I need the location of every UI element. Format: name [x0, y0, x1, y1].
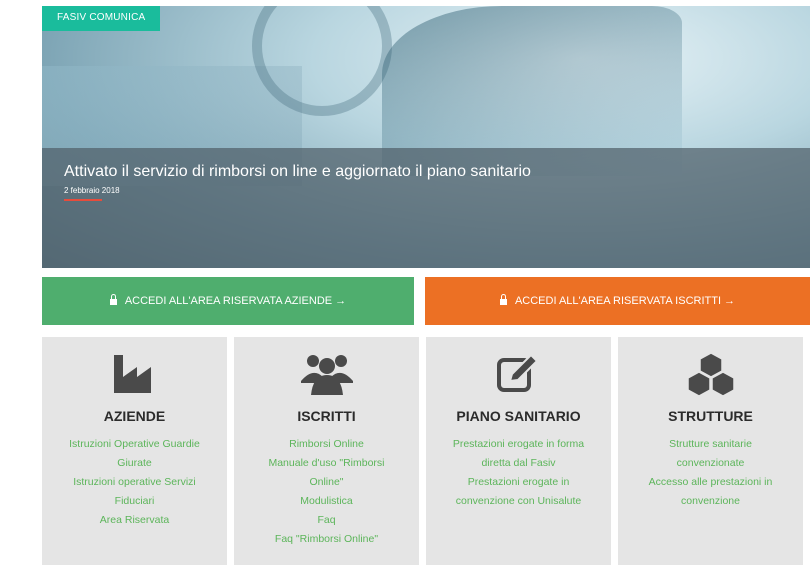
strutture-links: Strutture sanitarie convenzionate Access…: [626, 435, 795, 511]
lock-icon: [499, 294, 507, 305]
piano-sanitario-title: PIANO SANITARIO: [456, 408, 581, 424]
aziende-links: Istruzioni Operative Guardie Giurate Ist…: [50, 435, 219, 530]
iscritti-links: Rimborsi Online Manuale d'uso "Rimborsi …: [242, 435, 411, 549]
aziende-login-button[interactable]: ACCEDI ALL'AREA RISERVATA AZIENDE →: [42, 277, 414, 325]
hero-banner[interactable]: FASIV COMUNICA Attivato il servizio di r…: [42, 6, 810, 268]
strutture-title: STRUTTURE: [668, 408, 753, 424]
piano-sanitario-links: Prestazioni erogate in forma diretta dal…: [434, 435, 603, 511]
hero-title[interactable]: Attivato il servizio di rimborsi on line…: [64, 163, 531, 181]
link-prestazioni-unisalute[interactable]: Prestazioni erogate in: [434, 473, 603, 492]
link-istruzioni-guardie[interactable]: Giurate: [50, 454, 219, 473]
cubes-icon: [686, 352, 735, 397]
link-faq[interactable]: Faq: [242, 511, 411, 530]
link-accesso-prestazioni[interactable]: Accesso alle prestazioni in: [626, 473, 795, 492]
edit-icon: [496, 353, 538, 392]
lock-icon: [109, 294, 117, 305]
link-strutture-convenzionate[interactable]: convenzionate: [626, 454, 795, 473]
link-prestazioni-dirette[interactable]: diretta dal Fasiv: [434, 454, 603, 473]
link-accesso-prestazioni[interactable]: convenzione: [626, 492, 795, 511]
iscritti-login-button[interactable]: ACCEDI ALL'AREA RISERVATA ISCRITTI →: [425, 277, 810, 325]
aziende-login-label: ACCEDI ALL'AREA RISERVATA AZIENDE →: [124, 295, 347, 307]
iscritti-card: ISCRITTI Rimborsi Online Manuale d'uso "…: [234, 337, 419, 565]
link-strutture-convenzionate[interactable]: Strutture sanitarie: [626, 435, 795, 454]
iscritti-login-label: ACCEDI ALL'AREA RISERVATA ISCRITTI →: [514, 295, 736, 307]
link-area-riservata[interactable]: Area Riservata: [50, 511, 219, 530]
link-istruzioni-servizi[interactable]: Fiduciari: [50, 492, 219, 511]
link-prestazioni-dirette[interactable]: Prestazioni erogate in forma: [434, 435, 603, 454]
link-manuale-rimborsi[interactable]: Manuale d'uso "Rimborsi: [242, 454, 411, 473]
aziende-card: AZIENDE Istruzioni Operative Guardie Giu…: [42, 337, 227, 565]
category-tag[interactable]: FASIV COMUNICA: [42, 6, 161, 31]
link-faq-rimborsi[interactable]: Faq "Rimborsi Online": [242, 530, 411, 549]
link-manuale-rimborsi[interactable]: Online": [242, 473, 411, 492]
aziende-title: AZIENDE: [103, 408, 166, 424]
factory-icon: [113, 355, 151, 393]
iscritti-title: ISCRITTI: [297, 408, 356, 424]
link-istruzioni-servizi[interactable]: Istruzioni operative Servizi: [50, 473, 219, 492]
link-rimborsi-online[interactable]: Rimborsi Online: [242, 435, 411, 454]
strutture-card: STRUTTURE Strutture sanitarie convenzion…: [618, 337, 803, 565]
link-prestazioni-unisalute[interactable]: convenzione con Unisalute: [434, 492, 603, 511]
link-istruzioni-guardie[interactable]: Istruzioni Operative Guardie: [50, 435, 219, 454]
users-icon: [300, 355, 353, 395]
hero-date: 2 febbraio 2018: [64, 186, 120, 195]
link-modulistica[interactable]: Modulistica: [242, 492, 411, 511]
piano-sanitario-card: PIANO SANITARIO Prestazioni erogate in f…: [426, 337, 611, 565]
date-underline: [64, 199, 102, 201]
